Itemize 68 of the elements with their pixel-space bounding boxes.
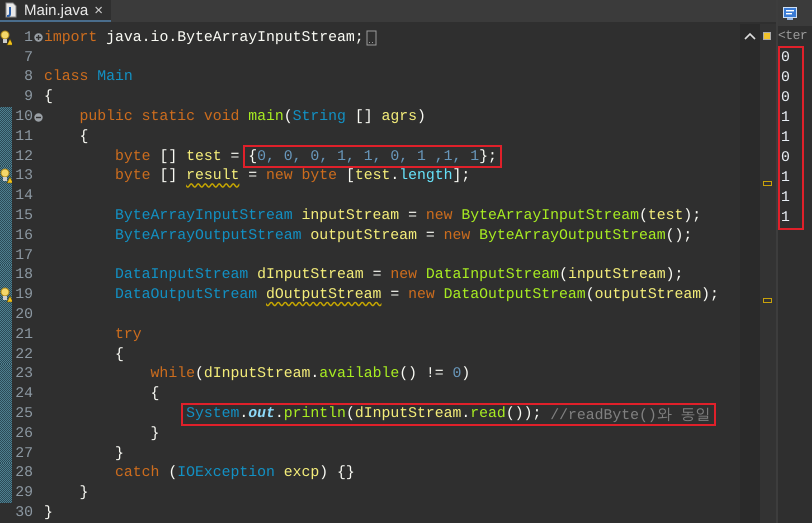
code-line: public static void main(String [] agrs)	[78, 109, 426, 126]
code-line: class Main	[44, 69, 133, 86]
output-line: 1	[780, 189, 791, 208]
line-number: 1	[23, 30, 33, 46]
line-number: 14	[14, 188, 33, 204]
line-number: 22	[14, 346, 33, 363]
code-line: }	[114, 446, 124, 462]
output-line: 0	[780, 69, 791, 88]
line-number: 28	[14, 465, 33, 482]
line-number: 17	[14, 248, 33, 264]
folded-code-icon[interactable]	[366, 30, 377, 46]
code-line: {	[114, 346, 124, 363]
java-file-icon	[4, 2, 18, 18]
code-line: ByteArrayOutputStream outputStream = new ByteArrayOutputStream();	[114, 228, 692, 244]
line-number: 8	[23, 69, 33, 86]
line-number: 25	[14, 406, 33, 422]
code-line: DataOutputStream dOutputStream = new DataOutputStream(outputStream);	[114, 287, 719, 304]
collapse-icon[interactable]	[34, 112, 43, 122]
output-line: 1	[780, 169, 791, 188]
line-number: 10	[14, 109, 33, 126]
output-line: 0	[780, 49, 791, 68]
line-number: 27	[14, 446, 33, 462]
code-line: }	[78, 485, 88, 502]
code-line: while(dInputStream.available() != 0)	[150, 366, 470, 382]
line-number: 12	[14, 148, 33, 165]
line-number: 7	[23, 50, 33, 66]
line-number: 11	[14, 128, 33, 145]
code-line: }	[150, 426, 160, 442]
output-line: 0	[780, 149, 791, 168]
highlighted-code: System.out.println(dInputStream.read()); //readByte()와 동일	[183, 404, 714, 424]
code-line: DataInputStream dInputStream = new DataInputStream(inputStream);	[114, 267, 684, 284]
line-number: 15	[14, 208, 33, 224]
code-line: byte [] test =	[114, 148, 240, 165]
output-line: 0	[780, 89, 791, 108]
code-line: try	[114, 326, 142, 343]
line-number: 13	[14, 168, 33, 184]
close-button[interactable]: ×	[94, 2, 103, 18]
line-number: 23	[14, 366, 33, 382]
line-number: 21	[14, 326, 33, 343]
console-header: <ter	[778, 27, 808, 45]
line-number: 18	[14, 267, 33, 284]
line-number: 30	[14, 505, 33, 522]
output-line: 1	[780, 109, 791, 128]
line-number: 20	[14, 307, 33, 324]
line-number: 19	[14, 287, 33, 304]
output-line: 1	[780, 209, 791, 228]
output-line: 1	[780, 129, 791, 148]
code-line: {	[44, 89, 53, 106]
code-line: import java.io.ByteArrayInputStream;	[44, 30, 364, 46]
file-tab[interactable]: Main.java ×	[0, 0, 111, 22]
line-number: 16	[14, 228, 33, 244]
warning-marker-icon	[763, 180, 772, 186]
warning-marker-icon	[763, 32, 771, 40]
line-number: 24	[14, 386, 33, 402]
code-line: byte [] result = new byte [test.length];	[114, 168, 470, 184]
scroll-up-icon	[744, 32, 756, 40]
code-line: }	[44, 505, 53, 522]
line-number: 9	[23, 89, 33, 106]
line-number: 29	[14, 485, 33, 502]
code-line: ByteArrayInputStream inputStream = new ByteArrayInputStream(test);	[114, 208, 702, 224]
console-icon	[783, 6, 797, 20]
warning-marker-icon	[763, 298, 772, 302]
expand-icon[interactable]	[34, 33, 43, 42]
code-line: {	[78, 128, 88, 145]
code-line: catch (IOException excp) {}	[114, 465, 355, 482]
code-line: {	[150, 386, 160, 402]
highlighted-code: {0, 0, 0, 1, 1, 0, 1 ,1, 1};	[245, 147, 500, 166]
line-number: 26	[14, 426, 33, 442]
